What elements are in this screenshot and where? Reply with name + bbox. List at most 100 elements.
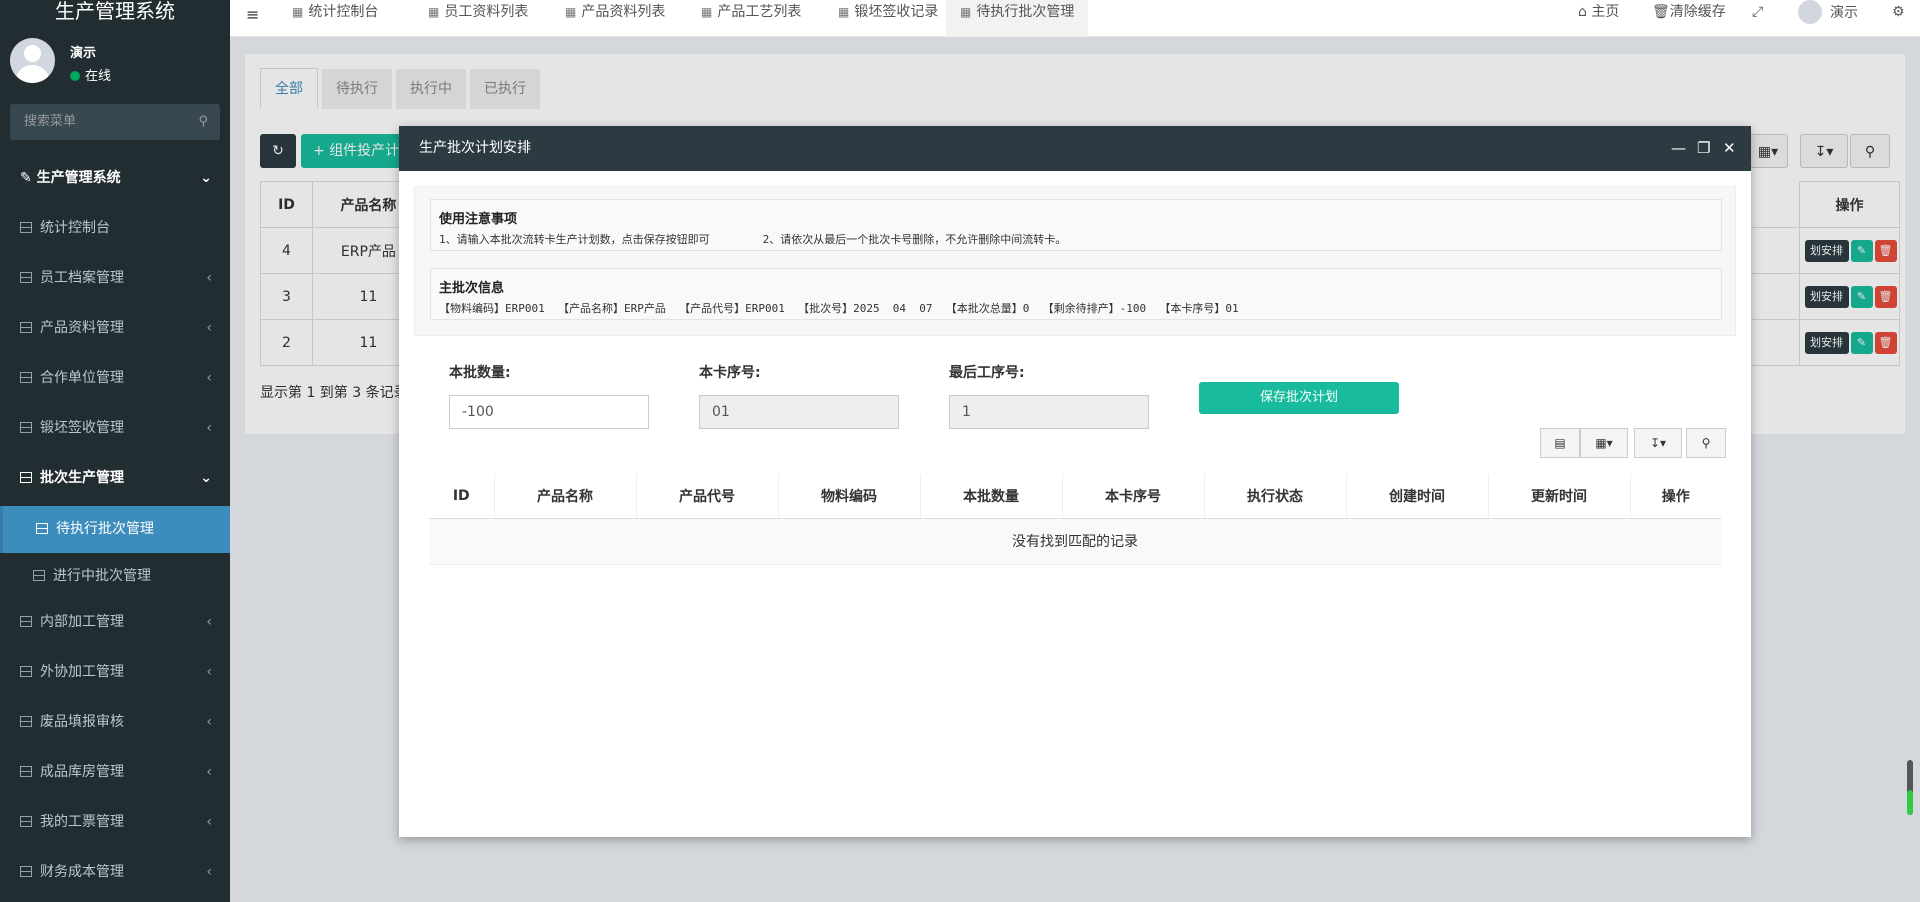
sidebar-item-batch[interactable]: 批次生产管理 ⌄ xyxy=(0,456,230,506)
search-icon[interactable]: ⚲ xyxy=(1686,428,1726,458)
info-title: 主批次信息 xyxy=(439,281,505,296)
table-icon xyxy=(20,616,32,627)
column-header[interactable]: 执行状态 xyxy=(1204,474,1347,519)
sidebar-item-outsource[interactable]: 外协加工管理 ‹ xyxy=(0,650,230,700)
sidebar-item-label: 锻坯签收管理 xyxy=(40,420,124,436)
avatar xyxy=(10,38,55,83)
menu-search-input[interactable]: 搜索菜单 ⚲ xyxy=(10,104,220,140)
user-name: 演示 xyxy=(70,46,97,61)
table-icon: ▦ xyxy=(565,5,577,19)
column-header[interactable]: 本批数量 xyxy=(920,474,1063,519)
column-header[interactable]: 更新时间 xyxy=(1488,474,1631,519)
sidebar-item-label: 生产管理系统 xyxy=(36,170,121,186)
quantity-label: 本批数量: xyxy=(449,365,511,381)
info-panel: 使用注意事项 1、请输入本批次流转卡生产计划数，点击保存按钮即可 2、请依次从最… xyxy=(414,186,1736,336)
sidebar-item-finance[interactable]: 财务成本管理 ‹ xyxy=(0,850,230,900)
scrollbar-indicator[interactable] xyxy=(1907,760,1913,815)
last-process-label: 最后工序号: xyxy=(949,365,1025,381)
batch-plan-modal: 生产批次计划安排 — ❐ ✕ 使用注意事项 1、请输入本批次流转卡生产计划数，点… xyxy=(399,126,1751,837)
clear-cache-link[interactable]: 🗑清除缓存 xyxy=(1652,0,1726,26)
export-dropdown-icon[interactable]: ↧▾ xyxy=(1634,428,1682,458)
empty-message: 没有找到匹配的记录 xyxy=(429,518,1721,565)
chevron-down-icon: ⌄ xyxy=(200,470,212,486)
sidebar-item-label: 废品填报审核 xyxy=(40,714,124,730)
user-menu[interactable]: 演示 xyxy=(1798,0,1858,26)
column-header[interactable]: ID xyxy=(429,474,495,519)
sidebar-item-products[interactable]: 产品资料管理 ‹ xyxy=(0,306,230,356)
table-icon: ▦ xyxy=(292,5,304,19)
toggle-view-icon[interactable]: ▤ xyxy=(1540,428,1580,458)
sidebar-item-warehouse[interactable]: 成品库房管理 ‹ xyxy=(0,750,230,800)
column-header[interactable]: 产品名称 xyxy=(494,474,637,519)
chevron-down-icon: ⌄ xyxy=(200,170,212,186)
column-header: 操作 xyxy=(1630,474,1721,519)
card-number-label: 本卡序号: xyxy=(699,365,761,381)
user-status: 在线 xyxy=(70,65,111,84)
settings-icon[interactable]: ⚙ xyxy=(1892,0,1905,26)
chevron-left-icon: ‹ xyxy=(206,420,212,436)
tab-forging[interactable]: ▦ 锻坯签收记录 xyxy=(838,0,938,37)
column-header[interactable]: 本卡序号 xyxy=(1062,474,1205,519)
avatar xyxy=(1798,0,1822,24)
sidebar-item-tickets[interactable]: 我的工票管理 ‹ xyxy=(0,800,230,850)
sidebar-item-label: 成品库房管理 xyxy=(40,764,124,780)
tab-process[interactable]: ▦ 产品工艺列表 xyxy=(701,0,801,37)
sidebar-item-label: 我的工票管理 xyxy=(40,814,124,830)
table-icon xyxy=(33,570,45,581)
table-icon xyxy=(20,666,32,677)
tab-dashboard[interactable]: ▦ 统计控制台 xyxy=(292,0,378,37)
chevron-left-icon: ‹ xyxy=(206,814,212,830)
status-text: 在线 xyxy=(85,69,112,84)
sidebar-item-label: 进行中批次管理 xyxy=(53,568,151,584)
sidebar-item-pending-batch[interactable]: 待执行批次管理 xyxy=(0,506,230,553)
sidebar-item-internal[interactable]: 内部加工管理 ‹ xyxy=(0,600,230,650)
batch-info-box: 主批次信息 【物料编码】ERP001 【产品名称】ERP产品 【产品代号】ERP… xyxy=(430,268,1722,320)
maximize-icon[interactable]: ❐ xyxy=(1697,126,1710,171)
tab-label: 员工资料列表 xyxy=(444,4,529,20)
tab-pending-batch[interactable]: ▦ 待执行批次管理 xyxy=(946,0,1089,37)
menu-toggle-icon[interactable]: ≡ xyxy=(246,5,259,24)
table-header-row: ID 产品名称 产品代号 物料编码 本批数量 本卡序号 执行状态 创建时间 更新… xyxy=(429,474,1721,519)
sidebar-item-dashboard[interactable]: 统计控制台 xyxy=(0,206,230,256)
minimize-icon[interactable]: — xyxy=(1671,126,1686,171)
close-icon[interactable]: ✕ xyxy=(1723,126,1736,171)
app-logo[interactable]: 生产管理系统 xyxy=(0,0,230,25)
columns-dropdown-icon[interactable]: ▦▾ xyxy=(1580,428,1628,458)
sidebar-item-running-batch[interactable]: 进行中批次管理 xyxy=(0,553,230,600)
column-header[interactable]: 创建时间 xyxy=(1346,474,1489,519)
table-icon xyxy=(20,716,32,727)
card-number-input[interactable]: 01 xyxy=(699,395,899,429)
tab-products[interactable]: ▦ 产品资料列表 xyxy=(565,0,665,37)
fullscreen-icon[interactable]: ⤢ xyxy=(1752,0,1763,26)
chevron-left-icon: ‹ xyxy=(206,714,212,730)
quantity-input[interactable]: -100 xyxy=(449,395,649,429)
sidebar: 生产管理系统 演示 在线 搜索菜单 ⚲ ✎ 生产管理系统 ⌄ 统计控制台 员工档案… xyxy=(0,0,230,902)
search-placeholder: 搜索菜单 xyxy=(24,114,77,129)
save-plan-button[interactable]: 保存批次计划 xyxy=(1199,382,1399,414)
column-header[interactable]: 产品代号 xyxy=(636,474,779,519)
sidebar-item-label: 员工档案管理 xyxy=(40,270,124,286)
home-icon: ⌂ xyxy=(1578,4,1587,20)
column-header[interactable]: 物料编码 xyxy=(778,474,921,519)
table-icon xyxy=(20,372,32,383)
sidebar-item-label: 外协加工管理 xyxy=(40,664,124,680)
notice-box: 使用注意事项 1、请输入本批次流转卡生产计划数，点击保存按钮即可 2、请依次从最… xyxy=(430,199,1722,251)
modal-header[interactable]: 生产批次计划安排 — ❐ ✕ xyxy=(399,126,1751,171)
table-row: 没有找到匹配的记录 xyxy=(429,518,1721,565)
home-link[interactable]: ⌂ 主页 xyxy=(1578,0,1619,26)
sidebar-item-employees[interactable]: 员工档案管理 ‹ xyxy=(0,256,230,306)
trash-icon: 🗑 xyxy=(1652,4,1670,20)
chevron-left-icon: ‹ xyxy=(206,270,212,286)
sidebar-item-system[interactable]: ✎ 生产管理系统 ⌄ xyxy=(0,156,230,206)
sidebar-item-label: 批次生产管理 xyxy=(40,470,124,486)
sidebar-item-label: 产品资料管理 xyxy=(40,320,124,336)
sidebar-item-partners[interactable]: 合作单位管理 ‹ xyxy=(0,356,230,406)
sidebar-item-forging[interactable]: 锻坯签收管理 ‹ xyxy=(0,406,230,456)
sidebar-item-scrap[interactable]: 废品填报审核 ‹ xyxy=(0,700,230,750)
tab-employees[interactable]: ▦ 员工资料列表 xyxy=(428,0,528,37)
search-icon[interactable]: ⚲ xyxy=(198,104,208,140)
last-process-input[interactable]: 1 xyxy=(949,395,1149,429)
batch-plan-table: ID 产品名称 产品代号 物料编码 本批数量 本卡序号 执行状态 创建时间 更新… xyxy=(429,474,1721,565)
top-navbar: ≡ ▦ 统计控制台 ▦ 员工资料列表 ▦ 产品资料列表 ▦ 产品工艺列表 ▦ 锻坯签收记录… xyxy=(230,0,1920,37)
sidebar-item-label: 财务成本管理 xyxy=(40,864,124,880)
